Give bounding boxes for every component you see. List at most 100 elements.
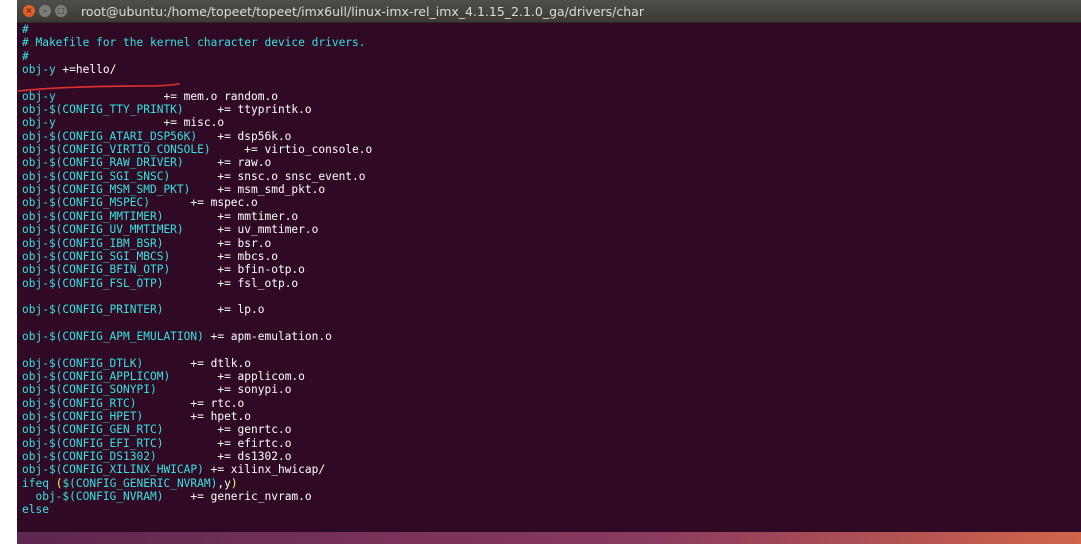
terminal-text: += ttyprintk.o <box>183 103 312 117</box>
terminal-text: obj-$(CONFIG_RTC) <box>22 396 137 410</box>
terminal-text: += mbcs.o <box>170 249 278 263</box>
terminal-text: ifeq <box>22 476 56 490</box>
terminal-text: obj-$(CONFIG_MSM_SMD_PKT) <box>22 183 191 197</box>
terminal-text: += misc.o <box>55 116 225 130</box>
terminal-text: +=hello/ <box>55 63 117 77</box>
terminal-text: obj-$(CONFIG_APM_EMULATION) <box>22 329 204 343</box>
terminal-line: obj-$(CONFIG_UV_MMTIMER) += uv_mmtimer.o <box>22 223 1081 236</box>
terminal-text: obj-$(CONFIG_DTLK) <box>22 356 144 370</box>
terminal-text: obj-$(CONFIG_HPET) <box>22 409 144 423</box>
terminal-text: obj-$(CONFIG_GEN_RTC) <box>22 423 164 437</box>
terminal-text: += bfin-otp.o <box>170 263 305 277</box>
terminal-text: += ds1302.o <box>156 450 292 463</box>
terminal-line: obj-$(CONFIG_HPET) += hpet.o <box>22 410 1081 423</box>
terminal-line: obj-y += mem.o random.o <box>22 90 1081 103</box>
terminal-text: obj-$(CONFIG_IBM_BSR) <box>22 236 164 250</box>
terminal-text: obj-$(CONFIG_TTY_PRINTK) <box>22 103 184 117</box>
terminal-text: obj-$(CONFIG_RAW_DRIVER) <box>22 156 184 170</box>
terminal-text: ,y <box>217 476 231 490</box>
terminal-line: obj-$(CONFIG_MSM_SMD_PKT) += msm_smd_pkt… <box>22 183 1081 196</box>
terminal-text: obj-$(CONFIG_DS1302) <box>22 450 157 463</box>
terminal-text: obj-$(CONFIG_UV_MMTIMER) <box>22 223 184 237</box>
terminal-line: else <box>22 503 1081 516</box>
terminal-text: obj-$(CONFIG_VIRTIO_CONSOLE) <box>22 143 211 157</box>
window-controls: × – □ <box>23 5 71 17</box>
terminal-line: obj-$(CONFIG_APM_EMULATION) += apm-emula… <box>22 330 1081 343</box>
terminal-line: obj-$(CONFIG_SONYPI) += sonypi.o <box>22 383 1081 396</box>
terminal-line: obj-$(CONFIG_NVRAM) += generic_nvram.o <box>22 490 1081 503</box>
terminal-text: += efirtc.o <box>163 436 292 450</box>
terminal-line: obj-$(CONFIG_MMTIMER) += mmtimer.o <box>22 210 1081 223</box>
terminal-line: obj-y +=hello/ <box>22 63 1081 76</box>
terminal-text: # Makefile for the kernel character devi… <box>22 36 366 50</box>
terminal-line: obj-$(CONFIG_XILINX_HWICAP) += xilinx_hw… <box>22 463 1081 476</box>
terminal-line: obj-$(CONFIG_TTY_PRINTK) += ttyprintk.o <box>22 103 1081 116</box>
terminal-text: obj-$(CONFIG_SGI_SNSC) <box>22 169 171 183</box>
terminal-text: obj-$(CONFIG_PRINTER) <box>22 303 164 317</box>
terminal-text: ) <box>230 476 238 490</box>
terminal-text: obj-y <box>22 116 56 130</box>
terminal-line: obj-$(CONFIG_ATARI_DSP56K) += dsp56k.o <box>22 130 1081 143</box>
terminal-text: obj-$(CONFIG_MSPEC) <box>22 196 150 210</box>
terminal-text: else <box>22 503 49 517</box>
terminal-text: += sonypi.o <box>156 383 292 397</box>
terminal-output[interactable]: # # Makefile for the kernel character dev… <box>22 23 1081 534</box>
terminal-text: += snsc.o snsc_event.o <box>170 169 366 183</box>
terminal-line: obj-$(CONFIG_SGI_SNSC) += snsc.o snsc_ev… <box>22 170 1081 183</box>
terminal-line: # Makefile for the kernel character devi… <box>22 36 1081 49</box>
terminal-text: += dsp56k.o <box>197 129 292 143</box>
terminal-line: obj-$(CONFIG_SGI_MBCS) += mbcs.o <box>22 250 1081 263</box>
terminal-text: obj-$(CONFIG_EFI_RTC) <box>22 436 164 450</box>
terminal-text: obj-$(CONFIG_FSL_OTP) <box>22 276 164 290</box>
terminal-text: += hpet.o <box>143 409 252 423</box>
terminal-text: += genrtc.o <box>163 423 292 437</box>
terminal-text: += virtio_console.o <box>210 143 373 157</box>
terminal-line: # <box>22 23 1081 36</box>
terminal-text: += generic_nvram.o <box>163 490 312 504</box>
terminal-text: += raw.o <box>183 156 272 170</box>
maximize-button[interactable]: □ <box>55 5 67 17</box>
terminal-text: obj-$(CONFIG_SGI_MBCS) <box>22 249 171 263</box>
terminal-text: += mem.o random.o <box>55 89 278 103</box>
terminal-text: obj-y <box>22 89 56 103</box>
terminal-text: obj-$(CONFIG_NVRAM) <box>22 490 164 504</box>
terminal-line: obj-$(CONFIG_GEN_RTC) += genrtc.o <box>22 423 1081 436</box>
desktop-panel-strip <box>17 532 1081 544</box>
minimize-button[interactable]: – <box>39 5 51 17</box>
terminal-text: += applicom.o <box>170 369 305 383</box>
terminal-line: obj-$(CONFIG_MSPEC) += mspec.o <box>22 196 1081 209</box>
title-bar[interactable]: × – □ root@ubuntu:/home/topeet/topeet/im… <box>17 0 1081 23</box>
terminal-line: obj-$(CONFIG_RTC) += rtc.o <box>22 397 1081 410</box>
terminal-text: obj-y <box>22 63 56 77</box>
terminal-text: # <box>22 49 29 63</box>
terminal-text: obj-$(CONFIG_BFIN_OTP) <box>22 263 171 277</box>
terminal-text: += rtc.o <box>136 396 245 410</box>
terminal-text: $(CONFIG_GENERIC_NVRAM) <box>62 476 218 490</box>
terminal-text: += fsl_otp.o <box>163 276 299 290</box>
terminal-line: obj-$(CONFIG_BFIN_OTP) += bfin-otp.o <box>22 263 1081 276</box>
close-button[interactable]: × <box>23 5 35 17</box>
terminal-line: obj-$(CONFIG_FSL_OTP) += fsl_otp.o <box>22 277 1081 290</box>
terminal-text: # <box>22 23 29 36</box>
terminal-text: obj-$(CONFIG_MMTIMER) <box>22 209 164 223</box>
terminal-line: obj-$(CONFIG_APPLICOM) += applicom.o <box>22 370 1081 383</box>
terminal-line: ifeq ($(CONFIG_GENERIC_NVRAM),y) <box>22 477 1081 490</box>
terminal-text: += uv_mmtimer.o <box>183 223 319 237</box>
terminal-line: obj-$(CONFIG_EFI_RTC) += efirtc.o <box>22 437 1081 450</box>
terminal-line: obj-$(CONFIG_VIRTIO_CONSOLE) += virtio_c… <box>22 143 1081 156</box>
terminal-line: obj-$(CONFIG_IBM_BSR) += bsr.o <box>22 237 1081 250</box>
terminal-line: obj-$(CONFIG_RAW_DRIVER) += raw.o <box>22 156 1081 169</box>
terminal-line: # <box>22 50 1081 63</box>
window-title: root@ubuntu:/home/topeet/topeet/imx6ull/… <box>81 3 644 19</box>
terminal-window: × – □ root@ubuntu:/home/topeet/topeet/im… <box>17 0 1081 544</box>
terminal-text: += xilinx_hwicap/ <box>203 463 326 477</box>
terminal-text: += mspec.o <box>149 196 258 210</box>
terminal-text: obj-$(CONFIG_SONYPI) <box>22 383 157 397</box>
terminal-text: obj-$(CONFIG_ATARI_DSP56K) <box>22 129 198 143</box>
terminal-text: += dtlk.o <box>143 356 252 370</box>
terminal-text: += apm-emulation.o <box>203 329 332 343</box>
